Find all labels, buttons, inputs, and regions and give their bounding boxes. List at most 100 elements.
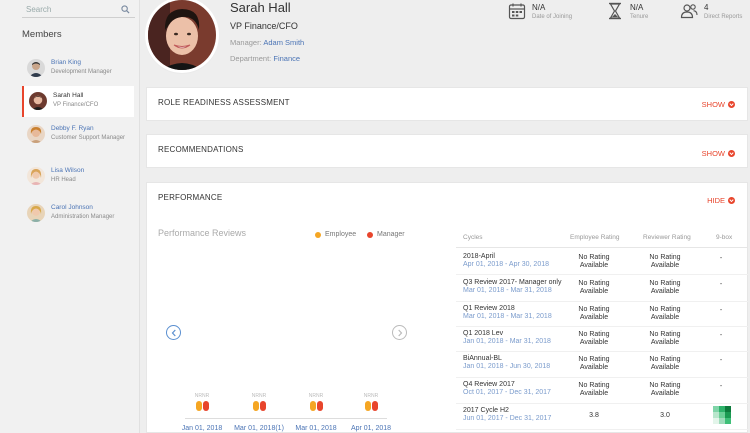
cycle-cell: Q1 Review 2018 Mar 01, 2018 - Mar 31, 201… (463, 305, 563, 321)
header-cycles: Cycles (463, 234, 483, 241)
chart-bar-employee[interactable] (309, 401, 316, 411)
stat-value: N/A (630, 3, 644, 12)
profile-title: VP Finance/CFO (230, 21, 298, 31)
cycle-cell: 2017 Cycle H2 Jun 01, 2017 - Dec 31, 2017 (463, 407, 563, 423)
member-item-sarah-hall[interactable]: Sarah Hall VP Finance/CFO (22, 86, 134, 117)
member-item-debby-ryan[interactable]: Debby F. Ryan Customer Support Manager (22, 119, 134, 150)
department-link[interactable]: Finance (273, 54, 300, 63)
bar-data-label: NRNR (308, 393, 324, 399)
table-row[interactable]: Q1 2018 Lev Jan 01, 2018 - Mar 31, 2018 No… (456, 327, 748, 352)
chart-bar-manager[interactable] (259, 401, 266, 411)
role-readiness-show-button[interactable]: SHOW (702, 100, 735, 109)
employee-rating-cell: 3.8 (589, 412, 599, 419)
profile-department: Department: Finance (230, 54, 300, 63)
ninebox-cell: - (719, 255, 723, 262)
bar-pair (296, 401, 336, 411)
member-name: Debby F. Ryan (51, 125, 94, 132)
employee-rating-cell: No Rating Available (578, 382, 610, 397)
employee-rating-cell: No Rating Available (578, 254, 610, 269)
members-sidebar: Members Brian King Development Manager S… (0, 0, 140, 433)
header-employee-rating: Employee Rating (570, 234, 620, 241)
performance-card: PERFORMANCE HIDE Performance Reviews Emp… (146, 182, 748, 433)
employee-rating-cell: No Rating Available (578, 306, 610, 321)
members-title: Members (22, 29, 62, 40)
cycle-name: 2018-April (463, 253, 495, 260)
calendar-icon (508, 3, 526, 20)
table-row[interactable]: 2018-April Apr 01, 2018 - Apr 30, 2018 No … (456, 250, 748, 275)
member-role: HR Head (51, 177, 76, 183)
member-item-lisa-wilson[interactable]: Lisa Wilson HR Head (22, 161, 134, 192)
bar-data-label: NRNR (251, 393, 267, 399)
ninebox-cell: - (719, 281, 723, 288)
chart-bar-employee[interactable] (252, 401, 259, 411)
legend-label: Employee (325, 231, 357, 238)
employee-rating-cell: No Rating Available (578, 331, 610, 346)
section-title: PERFORMANCE (158, 193, 223, 202)
member-role: Customer Support Manager (51, 135, 126, 141)
cycle-cell: Q4 Review 2017 Oct 01, 2017 - Dec 31, 201… (463, 381, 563, 397)
stat-value: 4 (704, 3, 709, 12)
cycle-dates: Jan 01, 2018 - Mar 31, 2018 (463, 338, 551, 345)
department-label: Department: (230, 54, 272, 63)
x-tick-label[interactable]: Mar 01, 2018(1) (234, 425, 284, 432)
chart-bar-manager[interactable] (316, 401, 323, 411)
member-role: Administration Manager (51, 214, 115, 220)
profile-name: Sarah Hall (230, 0, 291, 15)
chart-next-button[interactable] (392, 325, 407, 340)
legend-employee: Employee (315, 231, 356, 238)
section-title: ROLE READINESS ASSESSMENT (158, 98, 290, 107)
table-row[interactable]: BiAnnual-BL Jan 01, 2018 - Jun 30, 2018 No… (456, 352, 748, 378)
search-input[interactable] (22, 1, 117, 17)
ninebox-cell: - (719, 307, 723, 314)
table-row[interactable]: Q4 Review 2017 Oct 01, 2017 - Dec 31, 201… (456, 378, 748, 404)
chart-bar-manager[interactable] (371, 401, 378, 411)
cycle-cell: Q3 Review 2017- Manager only Mar 01, 2018… (463, 279, 563, 295)
role-readiness-card: ROLE READINESS ASSESSMENT SHOW (146, 87, 748, 121)
chart-bar-employee[interactable] (195, 401, 202, 411)
cycle-dates: Jan 01, 2018 - Jun 30, 2018 (463, 363, 551, 370)
table-row[interactable]: Q1 Review 2018 Mar 01, 2018 - Mar 31, 201… (456, 302, 748, 327)
bar-data-label: NRNR (363, 393, 379, 399)
employee-rating-cell: No Rating Available (578, 280, 610, 295)
x-tick-label[interactable]: Mar 01, 2018 (295, 425, 336, 432)
stat-label: Direct Reports (704, 14, 743, 20)
search-icon[interactable] (121, 5, 130, 14)
legend-manager: Manager (367, 231, 405, 238)
cycle-name: Q1 Review 2018 (463, 305, 515, 312)
cycle-dates: Mar 01, 2018 - Mar 31, 2018 (463, 287, 552, 294)
chart-x-axis (185, 418, 387, 419)
x-tick-label[interactable]: Jan 01, 2018 (182, 425, 222, 432)
member-role: VP Finance/CFO (53, 102, 99, 108)
table-row[interactable]: 2017 Cycle H2 Jun 01, 2017 - Dec 31, 2017… (456, 404, 748, 430)
employee-rating-cell: No Rating Available (578, 356, 610, 371)
performance-reviews-title: Performance Reviews (158, 228, 247, 238)
manager-link[interactable]: Adam Smith (263, 38, 304, 47)
bar-pair (351, 401, 391, 411)
member-item-carol-johnson[interactable]: Carol Johnson Administration Manager (22, 198, 134, 229)
member-name: Lisa Wilson (51, 167, 85, 174)
legend-label: Manager (377, 231, 405, 238)
recommendations-show-button[interactable]: SHOW (702, 149, 735, 158)
chevron-left-icon (171, 329, 176, 337)
toggle-label: SHOW (701, 149, 725, 158)
cycle-cell: 2018-April Apr 01, 2018 - Apr 30, 2018 (463, 253, 563, 269)
chart-bar-manager[interactable] (202, 401, 209, 411)
reviewer-rating-cell: 3.0 (660, 412, 670, 419)
chart-previous-button[interactable] (166, 325, 181, 340)
ninebox-grid[interactable] (713, 406, 731, 424)
cycle-dates: Apr 01, 2018 - Apr 30, 2018 (463, 261, 550, 268)
recommendations-card: RECOMMENDATIONS SHOW (146, 134, 748, 168)
reviewer-rating-cell: No Rating Available (649, 331, 681, 346)
x-tick-label[interactable]: Apr 01, 2018 (351, 425, 391, 432)
performance-hide-button[interactable]: HIDE (707, 196, 735, 205)
member-name: Brian King (51, 59, 81, 66)
member-item-brian-king[interactable]: Brian King Development Manager (22, 53, 134, 84)
table-row[interactable]: Q3 Review 2017- Manager only Mar 01, 2018… (456, 276, 748, 302)
chart-bar-employee[interactable] (364, 401, 371, 411)
chevron-down-icon (728, 150, 735, 157)
cycle-cell: BiAnnual-BL Jan 01, 2018 - Jun 30, 2018 (463, 355, 563, 371)
toggle-label: SHOW (701, 100, 725, 109)
people-icon (680, 4, 698, 19)
avatar (27, 125, 45, 143)
chevron-right-icon (398, 329, 403, 337)
